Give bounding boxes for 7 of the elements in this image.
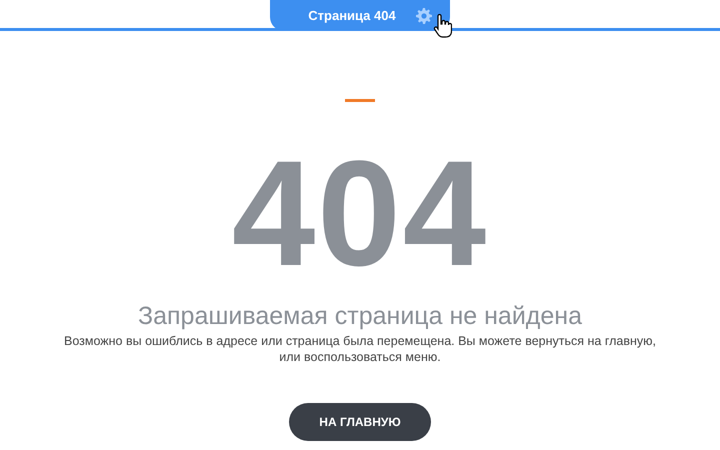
settings-icon[interactable] — [416, 8, 432, 24]
hand-cursor-icon — [432, 14, 452, 38]
error-heading: Запрашиваемая страница не найдена — [138, 302, 582, 331]
tab-title: Страница 404 — [308, 8, 396, 23]
home-button[interactable]: НА ГЛАВНУЮ — [289, 403, 431, 441]
error-message: Возможно вы ошиблись в адресе или страница была перемещена. Вы можете вернуться на главную, или воспользоваться меню. — [63, 333, 657, 365]
error-code: 404 — [232, 138, 488, 288]
